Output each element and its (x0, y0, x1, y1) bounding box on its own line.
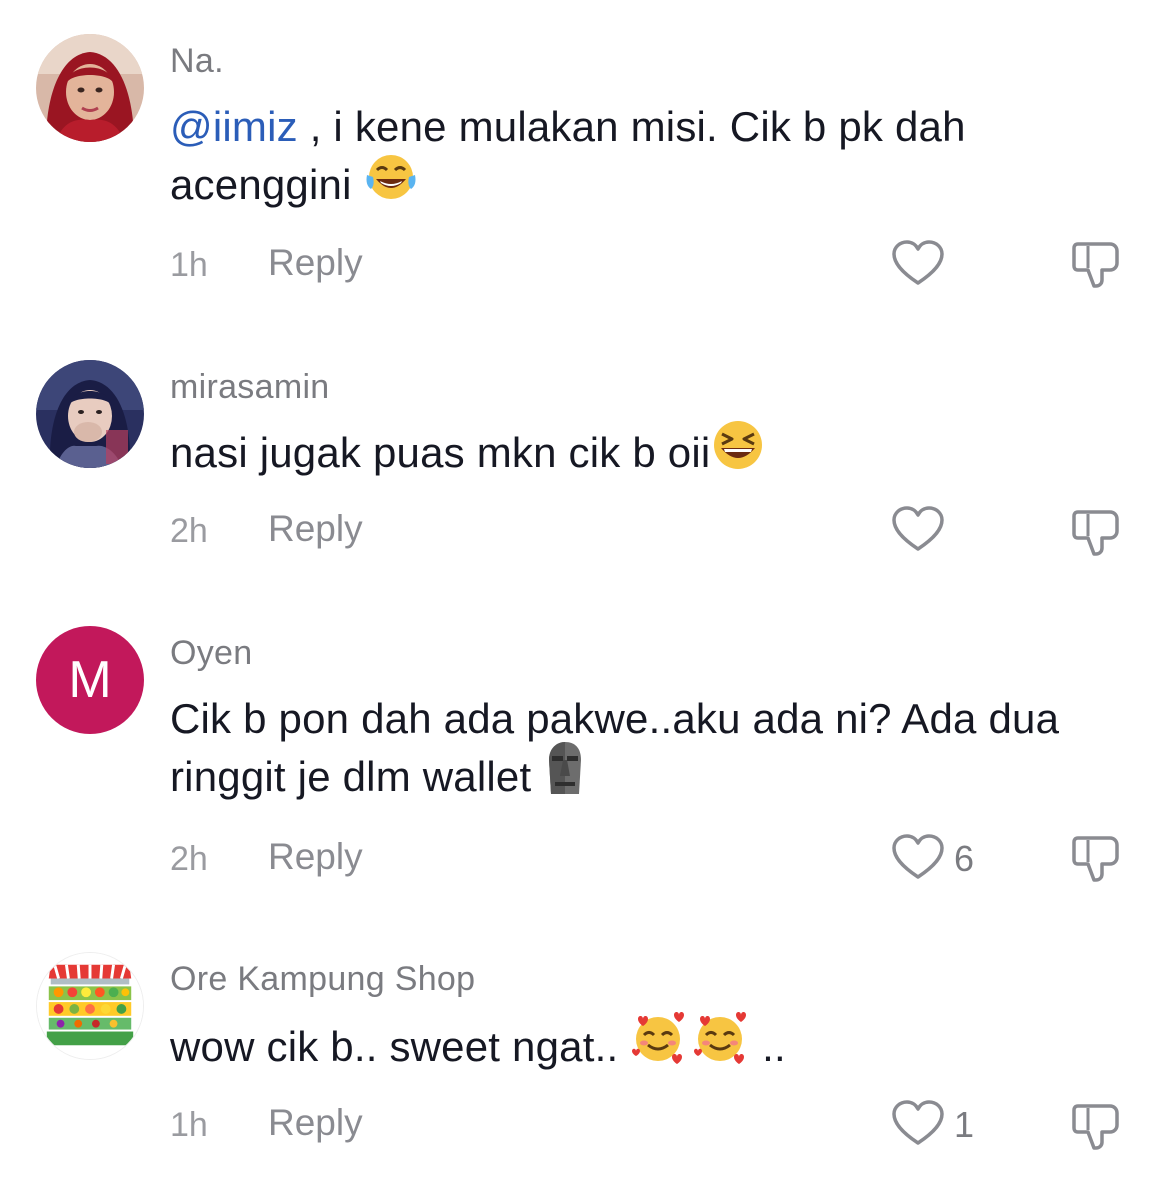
like-button[interactable] (890, 1098, 946, 1148)
comment-item: Ore Kampung Shop wow cik b.. sweet ngat.… (0, 0, 1170, 1199)
thumbs-down-icon (1072, 1104, 1119, 1150)
avatar[interactable] (36, 952, 144, 1060)
comment-body: wow cik b.. sweet ngat.. (170, 1023, 631, 1070)
comment-username[interactable]: Ore Kampung Shop (170, 960, 475, 999)
like-count: 1 (954, 1104, 975, 1145)
heart-icon (892, 1100, 944, 1145)
comment-timestamp: 1h (170, 1106, 208, 1144)
comment-text: wow cik b.. sweet ngat.. .. (170, 1012, 1090, 1080)
comment-body-suffix: .. (750, 1023, 786, 1070)
reply-button[interactable]: Reply (268, 1102, 363, 1144)
smiling-face-with-hearts-emoji (692, 1011, 750, 1080)
dislike-button[interactable] (1070, 1098, 1126, 1152)
smiling-face-with-hearts-emoji (630, 1011, 688, 1080)
